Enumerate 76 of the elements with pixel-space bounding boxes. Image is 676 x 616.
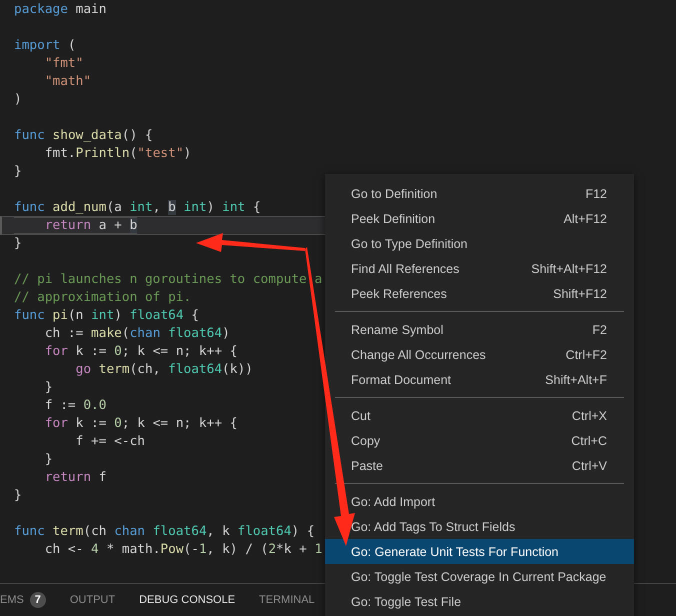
menu-item-label: Peek Definition bbox=[351, 212, 436, 226]
shortcut-text: Alt+F12 bbox=[564, 212, 607, 226]
code-line: import ( bbox=[14, 37, 76, 55]
menu-item[interactable]: Go to Type Definition bbox=[325, 231, 634, 256]
code-line: package main bbox=[14, 1, 106, 19]
menu-item[interactable]: Cut Ctrl+X bbox=[325, 403, 634, 428]
shortcut-text: Shift+F12 bbox=[553, 286, 607, 300]
shortcut-text: Ctrl+V bbox=[572, 458, 607, 472]
shortcut-text: Ctrl+X bbox=[572, 408, 607, 422]
menu-item-label: Copy bbox=[351, 434, 380, 448]
tab-label: OUTPUT bbox=[70, 594, 116, 606]
menu-item[interactable]: Go to Definition F12 bbox=[325, 181, 634, 206]
menu-item[interactable]: Peek References Shift+F12 bbox=[325, 281, 634, 306]
menu-item[interactable]: Format Document Shift+Alt+F bbox=[325, 367, 634, 392]
menu-item[interactable]: Rename Symbol F2 bbox=[325, 317, 634, 342]
menu-item-label: Find All References bbox=[351, 262, 460, 276]
code-line: func add_num(a int, b int) int { bbox=[14, 199, 261, 217]
menu-item[interactable]: Go: Add Import bbox=[325, 489, 634, 514]
code-line: fmt.Println("test") bbox=[44, 145, 192, 163]
code-line: func show_data() { bbox=[14, 127, 153, 145]
code-line: } bbox=[14, 235, 22, 253]
menu-item-label: Rename Symbol bbox=[351, 322, 444, 336]
code-line: func pi(n int) float64 { bbox=[14, 307, 199, 325]
menu-item[interactable]: Peek Definition Alt+F12 bbox=[325, 206, 634, 231]
menu-item-label: Format Document bbox=[351, 372, 452, 386]
menu-item[interactable]: Go: Toggle Test File bbox=[325, 589, 634, 614]
shortcut-text: F12 bbox=[585, 186, 607, 200]
menu-item-label: Change All Occurrences bbox=[351, 348, 486, 362]
code-line: ch <- 4 * math.Pow(-1, k) / (2*k + 1 bbox=[44, 541, 322, 559]
shortcut-text: F2 bbox=[592, 322, 607, 336]
menu-item-label: Paste bbox=[351, 458, 383, 472]
shortcut-text: Shift+Alt+F12 bbox=[531, 262, 607, 276]
menu-item[interactable]: Go: Add Tags To Struct Fields bbox=[325, 514, 634, 539]
shortcut-text: Shift+Alt+F bbox=[545, 372, 607, 386]
code-line: f := 0.0 bbox=[44, 397, 106, 415]
code-line: "math" bbox=[44, 73, 92, 91]
shortcut-text: Ctrl+F2 bbox=[566, 348, 607, 362]
menu-item-label: Go: Add Tags To Struct Fields bbox=[351, 520, 516, 534]
menu-item-label: Peek References bbox=[351, 286, 447, 300]
shortcut-text: Ctrl+C bbox=[571, 434, 607, 448]
code-line: // approximation of pi. bbox=[14, 289, 192, 307]
menu-item-label: Go to Type Definition bbox=[351, 236, 468, 250]
code-line: ch := make(chan float64) bbox=[44, 325, 230, 343]
menu-item[interactable]: Go: Toggle Test Coverage In Current Package bbox=[325, 564, 634, 589]
menu-item-label: Go: Toggle Test Coverage In Current Package bbox=[351, 570, 606, 584]
panel-tab[interactable]: OUTPUT bbox=[70, 589, 116, 611]
code-line: } bbox=[14, 487, 22, 505]
code-line: for k := 0; k <= n; k++ { bbox=[44, 415, 238, 433]
count-badge: 7 bbox=[30, 592, 46, 608]
menu-item-label: Go: Add Import bbox=[351, 494, 436, 508]
code-line: func term(ch chan float64, k float64) { bbox=[14, 523, 315, 541]
code-line: for k := 0; k <= n; k++ { bbox=[44, 343, 238, 361]
menu-item-label: Go: Generate Unit Tests For Function bbox=[351, 544, 559, 558]
menu-item[interactable]: Find All References Shift+Alt+F12 bbox=[325, 256, 634, 281]
code-line: return f bbox=[44, 469, 106, 487]
code-line: "fmt" bbox=[44, 55, 84, 73]
code-line: // pi launches n goroutines to compute a bbox=[14, 271, 322, 289]
menu-item[interactable]: Copy Ctrl+C bbox=[325, 428, 634, 453]
panel-tab[interactable]: TERMINAL bbox=[259, 589, 315, 611]
panel-tab[interactable]: DEBUG CONSOLE bbox=[139, 589, 236, 611]
tab-label: TERMINAL bbox=[259, 594, 315, 606]
menu-item-label: Go: Toggle Test File bbox=[351, 594, 462, 608]
tab-label: DEBUG CONSOLE bbox=[139, 594, 236, 606]
code-line: } bbox=[44, 451, 53, 469]
code-line: go term(ch, float64(k)) bbox=[74, 361, 253, 379]
panel-tab[interactable]: EMS 7 bbox=[0, 589, 46, 611]
code-line: ) bbox=[14, 91, 22, 109]
code-line: } bbox=[14, 163, 22, 181]
menu-item[interactable]: Go: Generate Unit Tests For Function bbox=[325, 539, 634, 564]
menu-item-label: Cut bbox=[351, 408, 370, 422]
menu-item[interactable]: Change All Occurrences Ctrl+F2 bbox=[325, 342, 634, 367]
code-line: f += <-ch bbox=[74, 433, 145, 451]
tab-label: EMS bbox=[0, 594, 24, 606]
code-line: } bbox=[44, 379, 53, 397]
menu-item[interactable]: Paste Ctrl+V bbox=[325, 453, 634, 478]
menu-item-label: Go to Definition bbox=[351, 186, 438, 200]
